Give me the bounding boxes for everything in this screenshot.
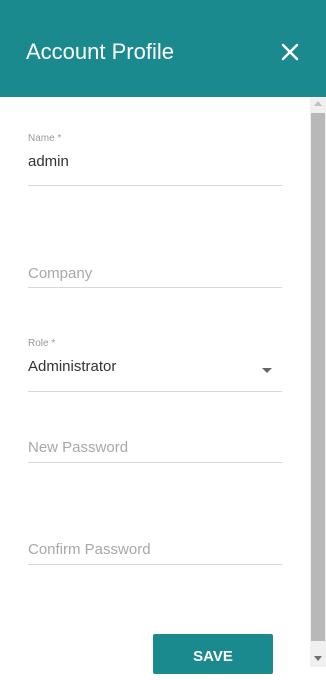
- close-button[interactable]: [276, 38, 304, 66]
- new-password-underline: [28, 462, 282, 463]
- dialog-content: Name * admin Company Role * Administrato…: [0, 97, 310, 667]
- dropdown-arrow-icon: [262, 368, 272, 373]
- dialog-title: Account Profile: [26, 39, 174, 64]
- company-underline: [28, 287, 282, 288]
- new-password-field[interactable]: New Password: [28, 438, 282, 464]
- role-label: Role *: [28, 338, 56, 349]
- company-placeholder: Company: [28, 265, 93, 282]
- save-button[interactable]: SAVE: [153, 634, 273, 674]
- confirm-password-field[interactable]: Confirm Password: [28, 540, 282, 566]
- scrollbar[interactable]: [310, 97, 326, 667]
- scroll-up-arrow-icon[interactable]: [314, 101, 322, 106]
- confirm-password-placeholder: Confirm Password: [28, 541, 151, 558]
- name-value: admin: [28, 153, 69, 170]
- dialog-header: Account Profile: [0, 0, 326, 97]
- name-underline: [28, 185, 282, 186]
- close-icon: [281, 43, 299, 61]
- name-label: Name *: [28, 133, 62, 144]
- confirm-password-underline: [28, 564, 282, 565]
- scroll-down-arrow-icon[interactable]: [314, 656, 322, 661]
- company-field[interactable]: Company: [28, 264, 282, 290]
- name-field[interactable]: Name * admin: [28, 133, 282, 187]
- scroll-thumb[interactable]: [311, 113, 325, 641]
- role-value: Administrator: [28, 358, 117, 375]
- new-password-placeholder: New Password: [28, 439, 129, 456]
- role-select[interactable]: Role * Administrator: [28, 338, 282, 392]
- role-underline: [28, 391, 282, 392]
